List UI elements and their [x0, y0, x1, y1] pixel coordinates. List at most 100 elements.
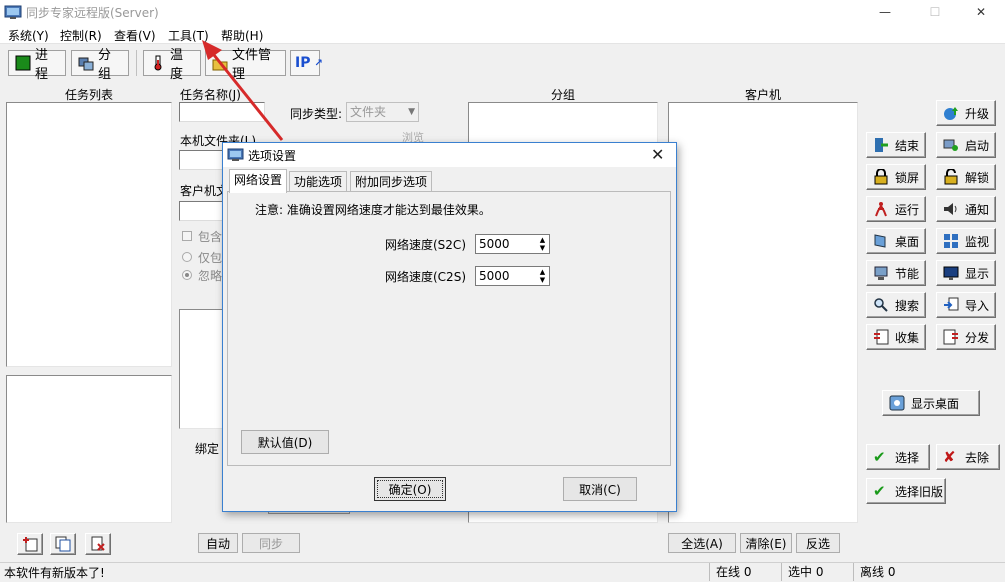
spin-arrows-icon[interactable]: ▲ ▼ — [536, 235, 549, 253]
progress-button[interactable]: 进程 — [8, 48, 66, 82]
browse-button[interactable]: 浏览 — [402, 129, 448, 144]
upgrade-button[interactable]: 升级 — [936, 100, 996, 126]
add-task-button[interactable] — [17, 533, 43, 555]
include-checkbox[interactable] — [182, 231, 192, 241]
auto-button[interactable]: 自动 — [198, 533, 238, 553]
s2c-spinner[interactable]: 5000 ▲ ▼ — [475, 234, 550, 254]
window-title: 同步专家远程版(Server) — [26, 6, 159, 20]
group-icon — [78, 55, 94, 71]
app-icon — [4, 4, 22, 20]
status-selected: 选中 0 — [781, 563, 853, 581]
c2s-value: 5000 — [479, 269, 510, 283]
client-list[interactable] — [668, 102, 858, 523]
search-icon — [873, 297, 889, 313]
copy-task-button[interactable] — [50, 533, 76, 555]
ignore-label: 忽略 — [198, 269, 223, 283]
ip-icon: IP — [295, 55, 311, 71]
menu-system[interactable]: 系统(Y) — [8, 27, 49, 44]
only-label: 仅包 — [198, 251, 223, 265]
end-icon — [873, 137, 889, 153]
progress-icon — [15, 55, 31, 71]
notify-button[interactable]: 通知 — [936, 196, 996, 222]
dialog-app-icon — [227, 147, 244, 163]
collect-button[interactable]: 收集 — [866, 324, 926, 350]
unlock-icon — [943, 168, 959, 185]
lock-icon — [873, 168, 889, 185]
cancel-button[interactable]: 取消(C) — [563, 477, 637, 501]
run-icon — [873, 201, 889, 217]
select-old-button[interactable]: ✔ 选择旧版 — [866, 478, 946, 504]
group-header: 分组 — [550, 88, 575, 102]
include-label: 包含 — [198, 230, 223, 244]
menu-view[interactable]: 查看(V) — [114, 27, 156, 44]
tab-features[interactable]: 功能选项 — [289, 171, 348, 192]
spin-arrows-icon[interactable]: ▲ ▼ — [536, 267, 549, 285]
check-icon: ✔ — [873, 482, 886, 500]
dialog-close-button[interactable]: ✕ — [651, 145, 664, 164]
network-note: 注意: 准确设置网络速度才能达到最佳效果。 — [255, 203, 491, 217]
default-button[interactable]: 默认值(D) — [241, 430, 329, 454]
client-header: 客户机 — [744, 88, 781, 102]
delete-task-button[interactable] — [85, 533, 111, 555]
select-button[interactable]: ✔ 选择 — [866, 444, 930, 470]
import-icon — [943, 297, 959, 313]
unlock-button[interactable]: 解锁 — [936, 164, 996, 190]
status-offline: 离线 0 — [853, 563, 933, 581]
temperature-button[interactable]: 温度 — [143, 48, 201, 82]
ip-button[interactable]: IP ↗ — [290, 50, 323, 76]
check-icon: ✔ — [873, 448, 886, 466]
group-button[interactable]: 分组 — [71, 48, 129, 82]
lock-screen-button[interactable]: 锁屏 — [866, 164, 926, 190]
task-list[interactable] — [6, 102, 172, 367]
red-arrow-annotation — [202, 40, 284, 141]
minimize-button[interactable]: — — [862, 0, 908, 24]
run-button[interactable]: 运行 — [866, 196, 926, 222]
show-desktop-button[interactable]: 显示桌面 — [882, 390, 980, 416]
upgrade-icon — [943, 105, 959, 121]
sync-button[interactable]: 同步 — [242, 533, 300, 553]
power-save-button[interactable]: 节能 — [866, 260, 926, 286]
sync-type-label: 同步类型: — [290, 107, 343, 121]
desktop-button[interactable]: 桌面 — [866, 228, 926, 254]
select-all-button[interactable]: 全选(A) — [668, 533, 736, 553]
show-desktop-icon — [889, 395, 905, 411]
monitor-grid-icon — [943, 233, 959, 249]
remove-button[interactable]: ✘ 去除 — [936, 444, 1000, 470]
ok-button[interactable]: 确定(O) — [374, 477, 446, 501]
invert-button[interactable]: 反选 — [796, 533, 840, 553]
ignore-radio[interactable] — [182, 270, 192, 280]
status-online: 在线 0 — [709, 563, 781, 581]
menu-control[interactable]: 控制(R) — [60, 27, 102, 44]
display-button[interactable]: 显示 — [936, 260, 996, 286]
sync-type-select[interactable]: 文件夹 ▼ — [346, 102, 419, 122]
close-button[interactable]: ✕ — [958, 0, 1004, 24]
start-icon — [943, 137, 959, 153]
start-button[interactable]: 启动 — [936, 132, 996, 158]
desktop-icon — [873, 233, 889, 249]
distribute-icon — [943, 329, 959, 345]
end-button[interactable]: 结束 — [866, 132, 926, 158]
c2s-spinner[interactable]: 5000 ▲ ▼ — [475, 266, 550, 286]
search-button[interactable]: 搜索 — [866, 292, 926, 318]
toolbar-separator — [136, 50, 137, 76]
display-icon — [943, 265, 959, 281]
maximize-button[interactable]: ☐ — [912, 0, 958, 24]
speaker-icon — [943, 201, 959, 217]
client-folder-label: 客户机文 — [180, 184, 229, 198]
import-button[interactable]: 导入 — [936, 292, 996, 318]
distribute-button[interactable]: 分发 — [936, 324, 996, 350]
tab-extra-sync[interactable]: 附加同步选项 — [350, 171, 433, 192]
c2s-label: 网络速度(C2S) — [385, 270, 466, 284]
only-radio[interactable] — [182, 252, 192, 262]
s2c-label: 网络速度(S2C) — [385, 238, 466, 252]
monitor-button[interactable]: 监视 — [936, 228, 996, 254]
task-detail-list[interactable] — [6, 375, 172, 523]
copy-icon — [55, 536, 71, 552]
s2c-value: 5000 — [479, 237, 510, 251]
task-list-header: 任务列表 — [64, 88, 113, 102]
options-dialog: 选项设置 ✕ 网络设置 功能选项 附加同步选项 注意: 准确设置网络速度才能达到… — [222, 142, 677, 512]
status-message: 本软件有新版本了! — [4, 566, 105, 580]
network-tab-panel — [227, 191, 671, 466]
clear-button[interactable]: 清除(E) — [740, 533, 792, 553]
tab-network[interactable]: 网络设置 — [229, 169, 288, 193]
